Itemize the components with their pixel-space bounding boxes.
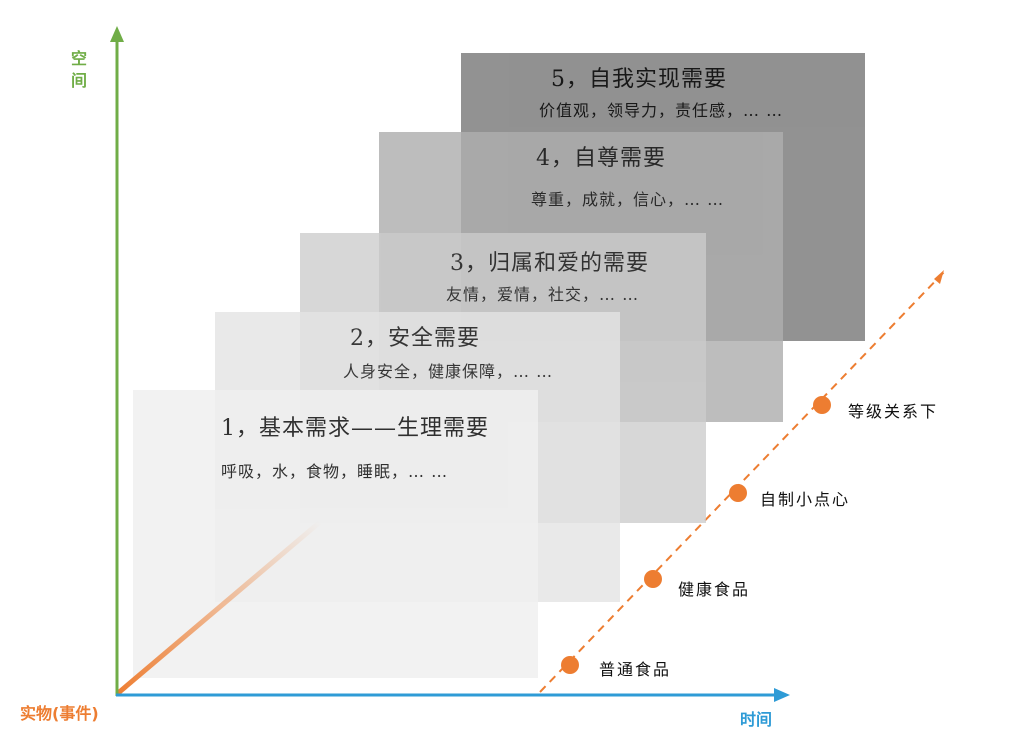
vertical-axis-label: 空间 — [71, 49, 88, 90]
vertical-axis-arrowhead — [110, 26, 124, 42]
level-label-3: 自制小点心 — [760, 490, 851, 509]
origin-label: 实物(事件) — [20, 704, 99, 723]
level-label-2: 健康食品 — [678, 580, 751, 599]
horizontal-axis-label: 时间 — [740, 710, 773, 729]
horizontal-axis-arrowhead — [774, 688, 790, 702]
level-dot-1 — [561, 656, 579, 674]
level-dot-4 — [813, 396, 831, 414]
level-dot-2 — [644, 570, 662, 588]
level-label-1: 普通食品 — [599, 660, 672, 679]
level-dot-3 — [729, 484, 747, 502]
level-label-4: 等级关系下 — [848, 402, 939, 421]
axes-layer — [110, 26, 790, 702]
depth-axis-line — [115, 520, 322, 696]
